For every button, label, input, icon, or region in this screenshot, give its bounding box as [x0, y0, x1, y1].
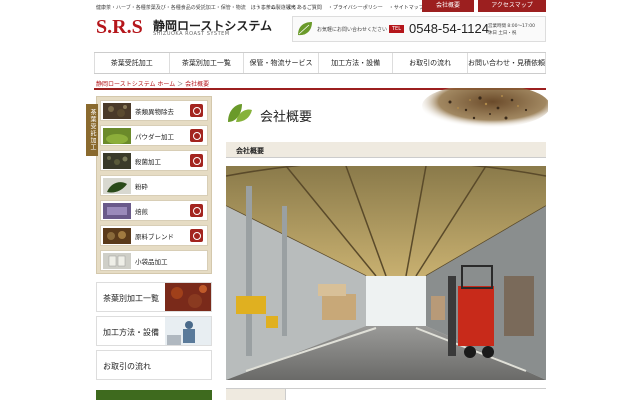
company-overview-button[interactable]: 会社概要 [422, 0, 474, 12]
green-powder-thumbnail [103, 128, 131, 144]
sidebar-item-label: 原料ブレンド [135, 233, 174, 241]
tea-leaves-thumbnail [103, 103, 131, 119]
roasting-thumbnail [103, 203, 131, 219]
site-logo[interactable]: S.R.S [96, 16, 143, 39]
certified-badge-icon [190, 154, 203, 167]
sidebar-item-label: 茶類異物除去 [135, 108, 174, 116]
sidebar-vertical-label: 茶葉受託加工 [86, 104, 98, 156]
sidebar-item-sterilization[interactable]: 殺菌加工 [100, 150, 208, 171]
top-link-faq[interactable]: ・よくあるご質問 [282, 4, 322, 11]
certified-badge-icon [190, 129, 203, 142]
nav-item-methods-equipment[interactable]: 加工方法・設備 [319, 53, 394, 73]
sidebar-link-label: お取引の流れ [103, 362, 151, 371]
leaf-icon [298, 22, 312, 36]
top-link-privacy[interactable]: ・プライバシーポリシー [328, 4, 383, 11]
nav-item-transaction-flow[interactable]: お取引の流れ [393, 53, 468, 73]
sidebar-item-blend[interactable]: 原料ブレンド [100, 225, 208, 246]
worker-image [165, 317, 211, 345]
nav-item-contract-processing[interactable]: 茶葉受託加工 [94, 53, 170, 73]
sidebar-link-label: 茶葉別加工一覧 [103, 294, 159, 303]
tel-label: TEL [389, 25, 404, 33]
sidebar-link-methods-equipment[interactable]: 加工方法・設備 [96, 316, 212, 346]
certified-badge-icon [190, 204, 203, 217]
sidebar-item-label: 殺菌加工 [135, 158, 161, 166]
access-map-button[interactable]: アクセスマップ [478, 0, 546, 12]
nav-item-processing-list[interactable]: 茶葉別加工一覧 [170, 53, 245, 73]
page-title-area: 会社概要 [224, 88, 548, 134]
company-info-table [226, 388, 546, 400]
business-hours: 営業時間 8:00～17:00 休日 土日・祝 [488, 23, 535, 37]
contact-box: お気軽にお問い合わせください TEL 0548-54-1124 営業時間 8:0… [292, 16, 546, 42]
breadcrumb-current: 会社概要 [185, 81, 210, 88]
sachet-thumbnail [103, 253, 131, 269]
breadcrumb: 静岡ローストシステム ホーム ＞ 会社概要 [96, 79, 209, 88]
sidebar-item-foreign-removal[interactable]: 茶類異物除去 [100, 100, 208, 121]
certified-badge-icon [190, 104, 203, 117]
hours-line: 営業時間 8:00～17:00 [488, 24, 536, 29]
sidebar-item-label: 小袋品加工 [135, 258, 168, 266]
loose-tea-image [422, 88, 548, 128]
site-header: 健康茶・ハーブ・各種茶葉及び・各種食品の受託加工・保管・物流 ほうじ茶の製造販売… [0, 0, 640, 48]
nav-item-contact-quote[interactable]: お問い合わせ・見積依頼 [468, 53, 546, 73]
section-title: 会社概要 [236, 146, 264, 155]
top-links: ・ホーム ・よくあるご質問 ・プライバシーポリシー ・サイトマップ [256, 4, 424, 11]
sidebar-link-transaction-flow[interactable]: お取引の流れ [96, 350, 212, 380]
nav-item-storage-logistics[interactable]: 保管・物流サービス [244, 53, 319, 73]
leaf-icon [228, 104, 252, 122]
sidebar-item-grinding[interactable]: 粉砕 [100, 175, 208, 196]
sidebar-green-banner [96, 390, 212, 400]
grinder-thumbnail [103, 178, 131, 194]
certified-badge-icon [190, 229, 203, 242]
sidebar-link-processing-list[interactable]: 茶葉別加工一覧 [96, 282, 212, 312]
top-link-home[interactable]: ・ホーム [256, 4, 276, 11]
sidebar-item-label: 焙煎 [135, 208, 148, 216]
breadcrumb-separator: ＞ [177, 81, 184, 88]
table-header-cell [226, 389, 286, 400]
phone-number[interactable]: 0548-54-1124 [409, 21, 489, 36]
sidebar-item-roasting[interactable]: 焙煎 [100, 200, 208, 221]
main-nav: 茶葉受託加工 茶葉別加工一覧 保管・物流サービス 加工方法・設備 お取引の流れ … [94, 52, 546, 74]
section-header: 会社概要 [226, 142, 546, 158]
sidebar-item-label: パウダー加工 [135, 133, 174, 141]
page-title: 会社概要 [260, 110, 313, 125]
sidebar-item-powder[interactable]: パウダー加工 [100, 125, 208, 146]
contact-text: お気軽にお問い合わせください [317, 27, 388, 33]
blend-thumbnail [103, 228, 131, 244]
holiday-line: 休日 土日・祝 [488, 31, 517, 36]
breadcrumb-home[interactable]: 静岡ローストシステム ホーム [96, 81, 175, 88]
top-link-sitemap[interactable]: ・サイトマップ [389, 4, 424, 11]
tea-assortment-image [165, 283, 211, 311]
sidebar-link-label: 加工方法・設備 [103, 328, 159, 337]
sidebar-item-sachet[interactable]: 小袋品加工 [100, 250, 208, 271]
company-subtitle: SHIZUOKA ROAST SYSTEM [153, 31, 230, 37]
sidebar-item-label: 粉砕 [135, 183, 148, 191]
dried-leaves-thumbnail [103, 153, 131, 169]
warehouse-photo [226, 166, 546, 380]
